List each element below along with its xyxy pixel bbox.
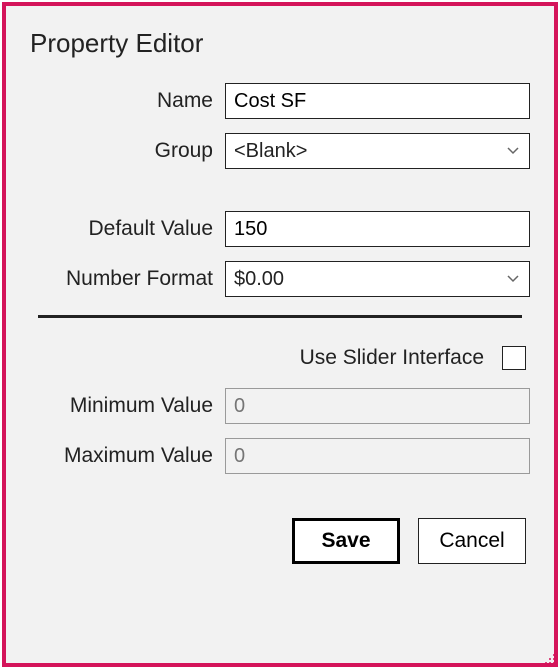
section-gap [30, 183, 530, 211]
name-input[interactable] [225, 83, 530, 119]
row-number-format: Number Format $0.00 [30, 261, 530, 297]
max-value-input[interactable] [225, 438, 530, 474]
section-divider [38, 315, 522, 318]
chevron-down-icon [507, 275, 519, 283]
number-format-select-value: $0.00 [234, 268, 284, 291]
cancel-button-label: Cancel [439, 529, 504, 553]
label-max-value: Maximum Value [30, 444, 225, 468]
group-select-value: <Blank> [234, 140, 307, 163]
property-editor-dialog: Property Editor Name Group <Blank> Defau… [2, 2, 558, 667]
control-max-value [225, 438, 530, 474]
label-default-value: Default Value [30, 217, 225, 241]
default-value-input[interactable] [225, 211, 530, 247]
label-name: Name [30, 89, 225, 113]
save-button[interactable]: Save [292, 518, 400, 564]
control-number-format: $0.00 [225, 261, 530, 297]
cancel-button[interactable]: Cancel [418, 518, 526, 564]
use-slider-checkbox[interactable] [502, 346, 526, 370]
control-name [225, 83, 530, 119]
row-name: Name [30, 83, 530, 119]
row-max-value: Maximum Value [30, 438, 530, 474]
row-default-value: Default Value [30, 211, 530, 247]
label-group: Group [30, 139, 225, 163]
save-button-label: Save [321, 529, 370, 553]
control-min-value [225, 388, 530, 424]
row-min-value: Minimum Value [30, 388, 530, 424]
group-select[interactable]: <Blank> [225, 133, 530, 169]
label-use-slider: Use Slider Interface [300, 346, 484, 370]
dialog-title: Property Editor [30, 28, 530, 59]
label-number-format: Number Format [30, 267, 225, 291]
chevron-down-icon [507, 147, 519, 155]
number-format-select[interactable]: $0.00 [225, 261, 530, 297]
label-min-value: Minimum Value [30, 394, 225, 418]
min-value-input[interactable] [225, 388, 530, 424]
resize-grip-icon[interactable] [540, 649, 556, 665]
row-use-slider: Use Slider Interface [30, 346, 530, 370]
button-row: Save Cancel [30, 518, 530, 564]
row-group: Group <Blank> [30, 133, 530, 169]
control-default-value [225, 211, 530, 247]
control-group: <Blank> [225, 133, 530, 169]
